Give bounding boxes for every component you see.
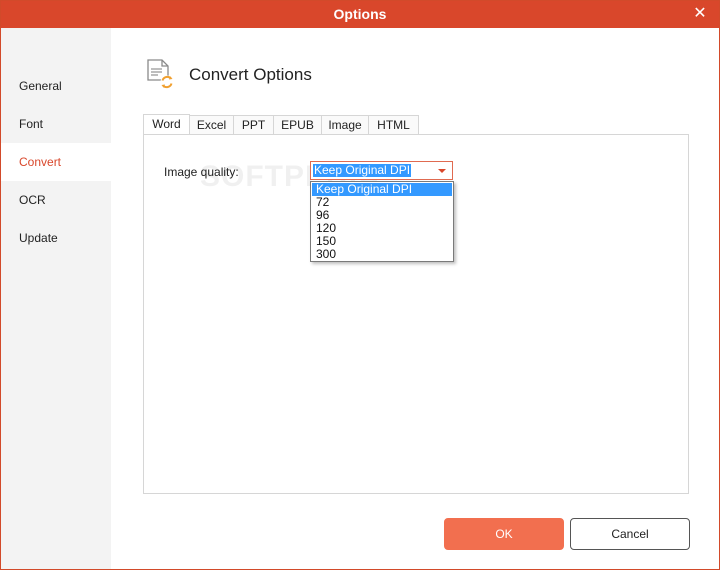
chevron-down-icon[interactable] [438,169,446,173]
dropdown-option[interactable]: Keep Original DPI [312,183,452,196]
sidebar-item-font[interactable]: Font [1,105,111,143]
tab-word[interactable]: Word [143,114,190,135]
ok-button[interactable]: OK [444,518,564,550]
page-title: Convert Options [189,65,312,84]
sidebar-item-convert[interactable]: Convert [1,143,111,181]
tab-ppt[interactable]: PPT [233,115,274,134]
tab-html[interactable]: HTML [368,115,419,134]
title-bar[interactable]: Options ✕ [1,1,719,28]
image-quality-dropdown: Keep Original DPI 72 96 120 150 300 [310,181,454,262]
tab-image[interactable]: Image [321,115,369,134]
image-quality-select[interactable]: Keep Original DPI [310,161,453,180]
document-convert-icon [147,59,174,89]
sidebar-item-ocr[interactable]: OCR [1,181,111,219]
tab-excel[interactable]: Excel [189,115,234,134]
cancel-button[interactable]: Cancel [570,518,690,550]
window-title: Options [333,6,387,22]
close-icon[interactable]: ✕ [689,3,711,25]
tab-epub[interactable]: EPUB [273,115,322,134]
dropdown-option[interactable]: 300 [312,248,452,261]
sidebar-item-general[interactable]: General [1,67,111,105]
selected-value: Keep Original DPI [313,163,412,177]
sidebar: General Font Convert OCR Update [1,28,111,569]
image-quality-label: Image quality: [164,165,239,179]
dropdown-option[interactable]: 72 [312,196,452,209]
sidebar-item-update[interactable]: Update [1,219,111,257]
